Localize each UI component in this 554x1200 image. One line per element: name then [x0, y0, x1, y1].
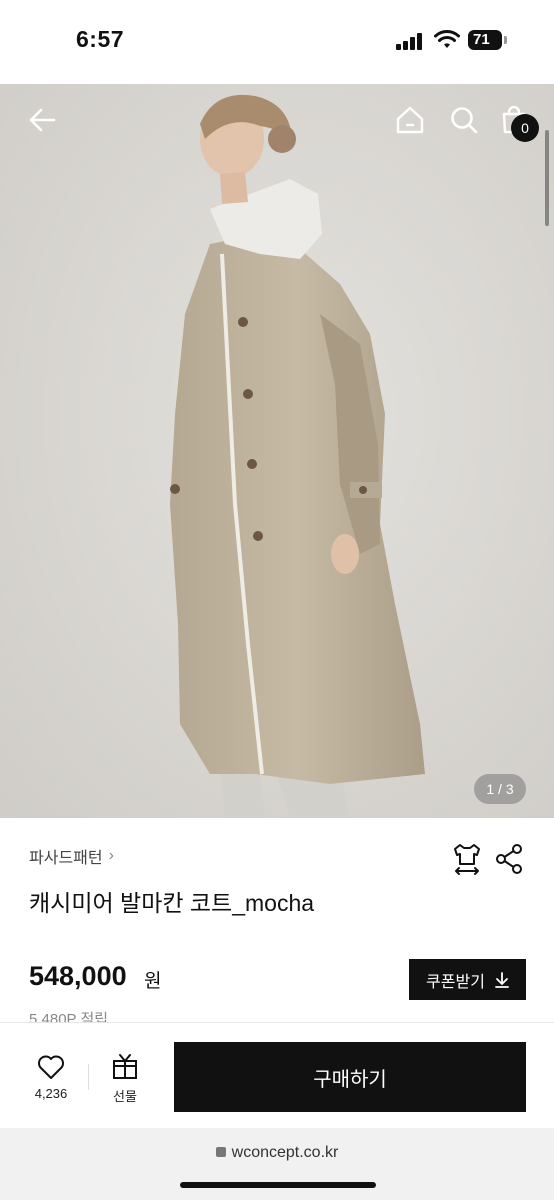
action-divider — [88, 1064, 89, 1090]
cellular-signal-icon — [396, 32, 424, 50]
scroll-indicator — [545, 130, 549, 226]
browser-address-bar — [0, 1128, 554, 1200]
size-guide-button[interactable] — [450, 842, 484, 876]
product-price: 548,000 — [29, 961, 127, 991]
reward-points: 5,480P 적립 — [29, 1011, 109, 1023]
cart-count-badge: 0 — [511, 114, 539, 142]
coupon-download-button[interactable]: 쿠폰받기 — [409, 959, 526, 1000]
wifi-icon — [434, 30, 460, 48]
share-button[interactable] — [494, 842, 524, 876]
status-time: 6:57 — [76, 26, 125, 52]
home-icon — [396, 106, 424, 134]
product-title: 캐시미어 발마칸 코트_mocha — [29, 890, 315, 916]
like-count: 4,236 — [34, 1086, 68, 1101]
download-icon — [495, 971, 509, 988]
search-button[interactable] — [444, 100, 484, 140]
battery-icon: 71 — [468, 30, 502, 50]
gift-icon — [113, 1054, 137, 1079]
like-button[interactable]: 4,236 — [26, 1052, 76, 1106]
share-icon — [496, 844, 522, 874]
price-currency: 원 — [144, 971, 162, 992]
image-page-counter: 1 / 3 — [474, 774, 526, 804]
brand-name: 파사드패턴 — [29, 850, 103, 867]
product-image[interactable] — [0, 84, 554, 818]
tshirt-size-icon — [454, 844, 480, 875]
product-photo — [0, 84, 554, 818]
home-button[interactable] — [390, 100, 430, 140]
gift-label: 선물 — [113, 1089, 137, 1104]
home-indicator[interactable] — [180, 1182, 376, 1188]
gift-button[interactable]: 선물 — [100, 1052, 150, 1106]
lock-icon — [215, 1147, 226, 1157]
back-button[interactable] — [22, 100, 62, 140]
url-text: wconcept.co.kr — [231, 1144, 339, 1161]
coupon-label: 쿠폰받기 — [426, 973, 485, 991]
battery-cap — [504, 36, 507, 44]
arrow-left-icon — [29, 108, 56, 132]
chevron-right-icon: › — [108, 847, 114, 864]
brand-link[interactable]: 파사드패턴 › — [29, 844, 114, 868]
buy-button[interactable]: 구매하기 — [174, 1042, 526, 1112]
search-icon — [451, 107, 478, 134]
address-field[interactable]: wconcept.co.kr — [0, 1144, 554, 1162]
status-bar: 6:57 71 — [0, 0, 554, 84]
heart-icon — [38, 1055, 64, 1079]
